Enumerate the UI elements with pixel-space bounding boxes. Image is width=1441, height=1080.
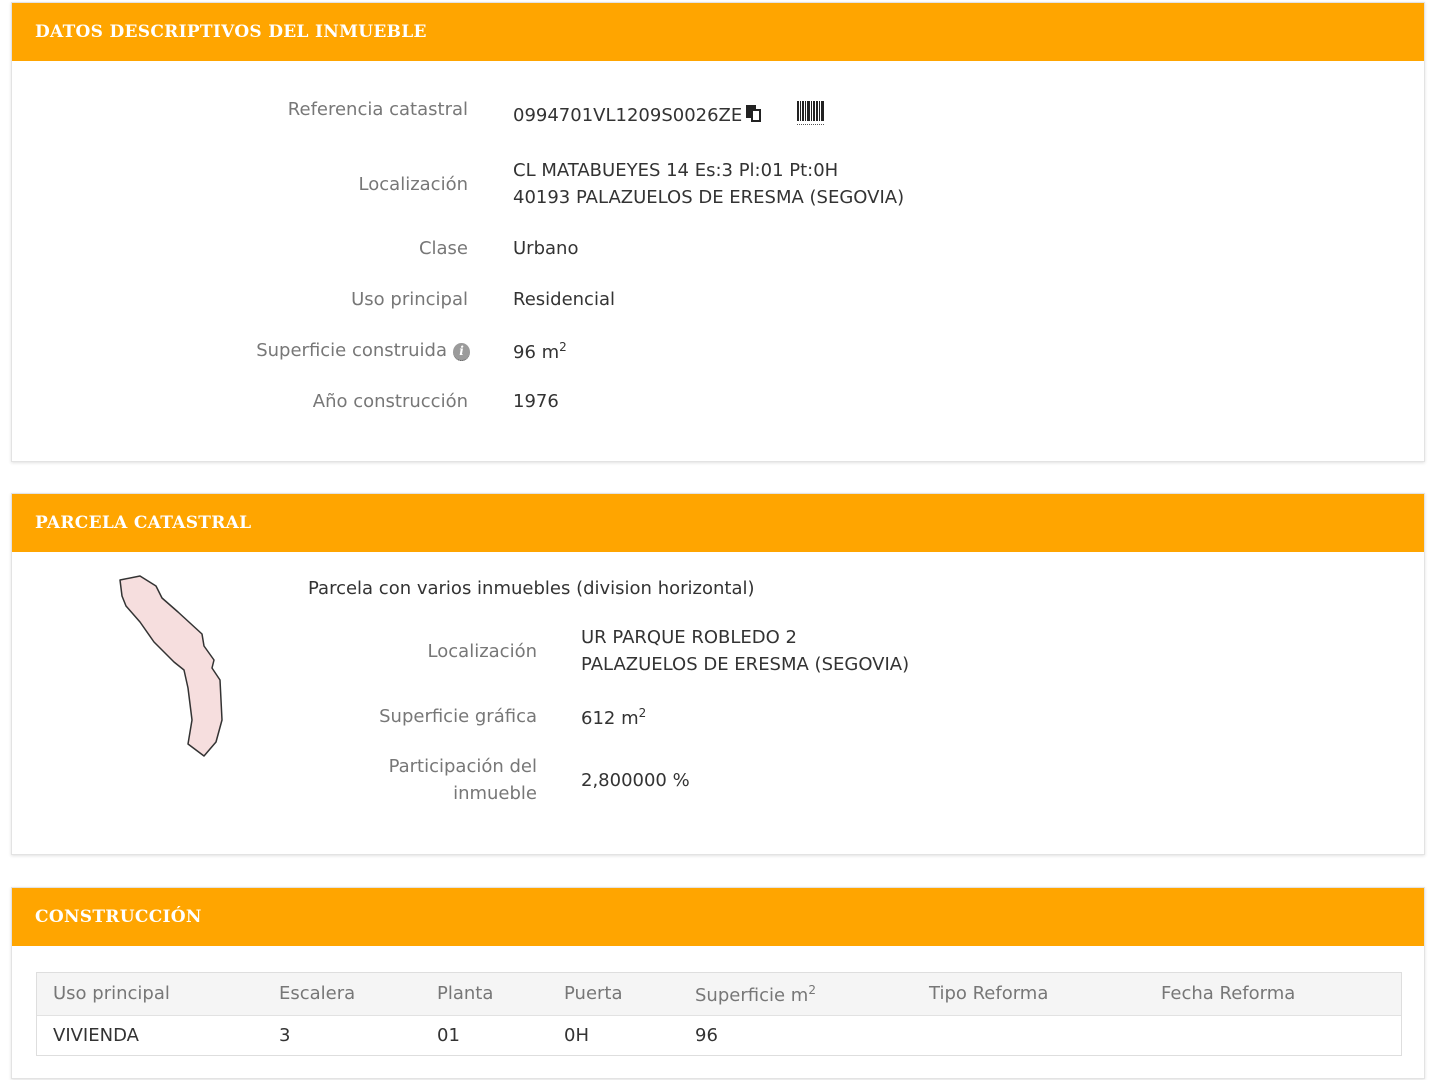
construccion-panel: CONSTRUCCIÓN Uso principal Escalera Plan… <box>11 887 1425 1079</box>
cell-superficie: 96 <box>695 1025 718 1046</box>
parcela-localizacion-label: Localización <box>427 641 537 662</box>
col-uso-principal: Uso principal <box>53 983 170 1004</box>
datos-descriptivos-header: DATOS DESCRIPTIVOS DEL INMUEBLE <box>12 3 1424 61</box>
superficie-grafica-label: Superficie gráfica <box>379 706 537 727</box>
superficie-construida-text: Superficie construida <box>256 340 447 361</box>
superficie-construida-label: Superficie construida i <box>12 340 470 361</box>
cell-uso-principal: VIVIENDA <box>53 1025 139 1046</box>
participacion-label-line1: Participación del <box>388 756 537 777</box>
info-icon[interactable]: i <box>453 343 470 361</box>
parcela-localizacion-line2: PALAZUELOS DE ERESMA (SEGOVIA) <box>581 654 910 675</box>
parcela-catastral-header: PARCELA CATASTRAL <box>12 494 1424 552</box>
construccion-table: Uso principal Escalera Planta Puerta Sup… <box>36 972 1402 1056</box>
table-header-row: Uso principal Escalera Planta Puerta Sup… <box>37 973 1401 1016</box>
col-planta: Planta <box>437 983 494 1004</box>
barcode-icon[interactable] <box>797 101 824 125</box>
participacion-value: 2,800000 % <box>581 770 690 791</box>
copy-icon[interactable] <box>746 105 762 123</box>
anio-construccion-value: 1976 <box>513 391 559 412</box>
referencia-label: Referencia catastral <box>287 99 468 120</box>
clase-value: Urbano <box>513 238 579 259</box>
col-escalera: Escalera <box>279 983 356 1004</box>
construccion-header: CONSTRUCCIÓN <box>12 888 1424 946</box>
superficie-construida-value: 96 m2 <box>513 340 567 363</box>
cell-escalera: 3 <box>279 1025 291 1046</box>
localizacion-label: Localización <box>358 174 468 195</box>
cell-puerta: 0H <box>564 1025 589 1046</box>
col-superficie: Superficie m2 <box>695 983 816 1006</box>
table-row: VIVIENDA 3 01 0H 96 <box>37 1015 1401 1055</box>
col-tipo-reforma: Tipo Reforma <box>929 983 1049 1004</box>
anio-construccion-label: Año construcción <box>312 391 468 412</box>
col-puerta: Puerta <box>564 983 623 1004</box>
referencia-value: 0994701VL1209S0026ZE <box>513 105 762 126</box>
clase-label: Clase <box>418 238 468 259</box>
uso-principal-label: Uso principal <box>351 289 468 310</box>
localizacion-line2: 40193 PALAZUELOS DE ERESMA (SEGOVIA) <box>513 187 905 208</box>
referencia-text: 0994701VL1209S0026ZE <box>513 105 743 126</box>
participacion-label-line2: inmueble <box>453 783 537 804</box>
parcela-localizacion-line1: UR PARQUE ROBLEDO 2 <box>581 627 797 648</box>
localizacion-line1: CL MATABUEYES 14 Es:3 Pl:01 Pt:0H <box>513 160 839 181</box>
datos-descriptivos-panel: DATOS DESCRIPTIVOS DEL INMUEBLE Referenc… <box>11 2 1425 462</box>
uso-principal-value: Residencial <box>513 289 615 310</box>
col-fecha-reforma: Fecha Reforma <box>1161 983 1296 1004</box>
superficie-grafica-value: 612 m2 <box>581 706 647 729</box>
parcela-catastral-panel: PARCELA CATASTRAL Parcela con varios inm… <box>11 493 1425 855</box>
parcela-descripcion: Parcela con varios inmuebles (division h… <box>308 578 755 599</box>
cell-planta: 01 <box>437 1025 460 1046</box>
